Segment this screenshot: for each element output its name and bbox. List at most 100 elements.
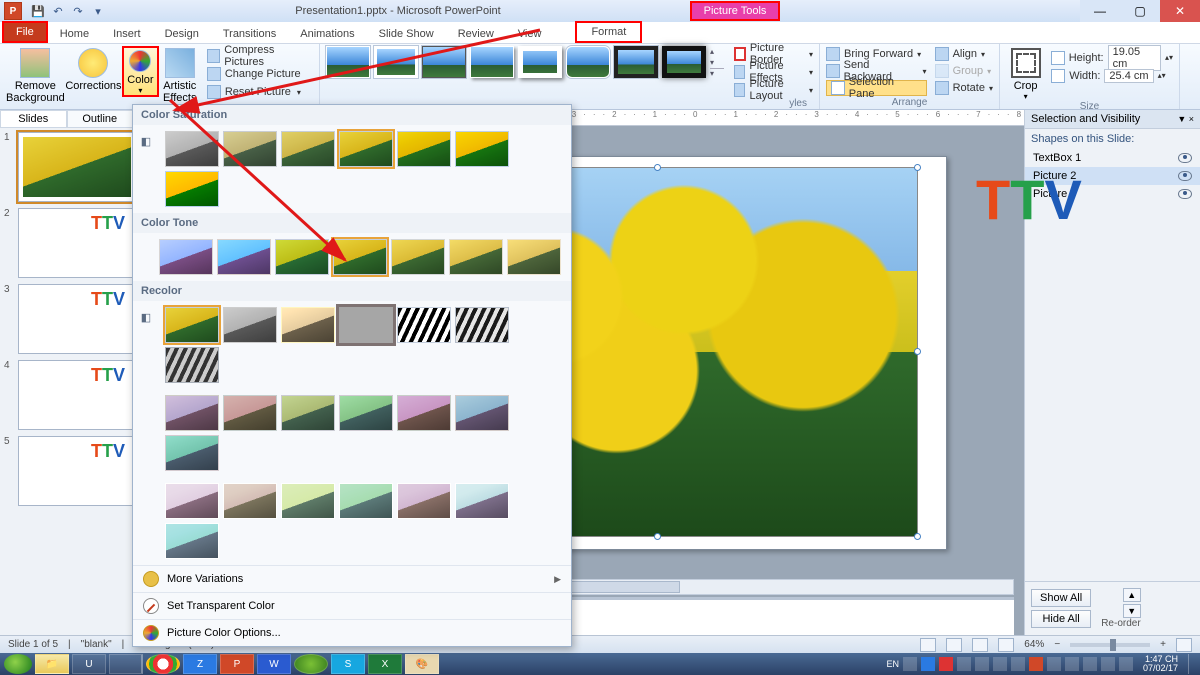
fit-window-button[interactable] bbox=[1176, 638, 1192, 652]
artistic-effects-button[interactable]: Artistic Effects bbox=[159, 46, 201, 104]
tray-icon[interactable] bbox=[903, 657, 917, 671]
saturation-option[interactable] bbox=[339, 131, 393, 167]
saturation-option[interactable] bbox=[455, 131, 509, 167]
tray-network-icon[interactable] bbox=[1101, 657, 1115, 671]
picture-styles-gallery[interactable]: ▴▾▾ bbox=[326, 46, 724, 78]
recolor-option[interactable] bbox=[223, 395, 277, 431]
tray-icon[interactable] bbox=[1083, 657, 1097, 671]
show-desktop-button[interactable] bbox=[1188, 654, 1196, 674]
tray-icon[interactable] bbox=[1047, 657, 1061, 671]
taskbar-app-skype[interactable]: S bbox=[331, 654, 365, 674]
resize-handle[interactable] bbox=[914, 164, 921, 171]
selection-pane-button[interactable]: Selection Pane bbox=[826, 80, 927, 96]
slide-thumbnail[interactable]: 3TTV bbox=[4, 284, 145, 354]
taskbar-app-word[interactable]: W bbox=[257, 654, 291, 674]
tab-format[interactable]: Format bbox=[575, 21, 642, 43]
window-close-button[interactable]: ✕ bbox=[1160, 0, 1200, 22]
saturation-option[interactable] bbox=[165, 131, 219, 167]
saturation-option[interactable] bbox=[165, 171, 219, 207]
tab-animations[interactable]: Animations bbox=[288, 25, 366, 43]
recolor-option[interactable] bbox=[455, 307, 509, 343]
slideshow-view-button[interactable] bbox=[998, 638, 1014, 652]
picture-color-options-menuitem[interactable]: Picture Color Options... bbox=[133, 619, 571, 646]
recolor-option[interactable] bbox=[281, 307, 335, 343]
reset-picture-button[interactable]: Reset Picture▾ bbox=[207, 84, 313, 100]
recolor-option-washout[interactable] bbox=[339, 307, 393, 343]
recolor-option[interactable] bbox=[223, 483, 277, 519]
slide-thumbnail[interactable]: 4TTV bbox=[4, 360, 145, 430]
recolor-option[interactable] bbox=[281, 395, 335, 431]
picture-style-option[interactable] bbox=[662, 46, 706, 78]
picture-layout-button[interactable]: Picture Layout▾ bbox=[734, 82, 813, 98]
tab-file[interactable]: File bbox=[2, 21, 48, 43]
tone-option[interactable] bbox=[391, 239, 445, 275]
rotate-button[interactable]: Rotate▾ bbox=[935, 80, 993, 96]
qat-undo-icon[interactable]: ↶ bbox=[50, 3, 66, 19]
recolor-option[interactable] bbox=[339, 483, 393, 519]
picture-style-option[interactable] bbox=[422, 46, 466, 78]
slides-tab[interactable]: Slides bbox=[0, 110, 67, 128]
recolor-option[interactable] bbox=[165, 347, 219, 383]
recolor-option[interactable] bbox=[165, 307, 219, 343]
tray-icon[interactable] bbox=[1029, 657, 1043, 671]
tab-view[interactable]: View bbox=[506, 25, 554, 43]
picture-style-option[interactable] bbox=[326, 46, 370, 78]
qat-customize-icon[interactable]: ▾ bbox=[90, 3, 106, 19]
resize-handle[interactable] bbox=[654, 164, 661, 171]
resize-handle[interactable] bbox=[654, 533, 661, 540]
tray-icon[interactable] bbox=[975, 657, 989, 671]
zoom-in-button[interactable]: + bbox=[1160, 639, 1166, 650]
window-minimize-button[interactable]: — bbox=[1080, 0, 1120, 22]
saturation-option[interactable] bbox=[281, 131, 335, 167]
recolor-option[interactable] bbox=[397, 307, 451, 343]
language-indicator[interactable]: EN bbox=[886, 659, 899, 669]
taskbar-app-excel[interactable]: X bbox=[368, 654, 402, 674]
resize-handle[interactable] bbox=[914, 348, 921, 355]
recolor-option[interactable] bbox=[165, 435, 219, 471]
tray-icon[interactable] bbox=[921, 657, 935, 671]
taskbar-app-zalo[interactable]: Z bbox=[183, 654, 217, 674]
group-button[interactable]: Group▾ bbox=[935, 63, 993, 79]
taskbar-app[interactable]: 📁 bbox=[35, 654, 69, 674]
logo-picture[interactable]: TTV bbox=[976, 167, 1126, 247]
taskbar-app-powerpoint[interactable]: P bbox=[220, 654, 254, 674]
tray-icon[interactable] bbox=[939, 657, 953, 671]
picture-style-option[interactable] bbox=[374, 46, 418, 78]
width-field[interactable]: Width: 25.4 cm▴▾ bbox=[1051, 68, 1173, 84]
system-clock[interactable]: 1:47 CH 07/02/17 bbox=[1137, 655, 1184, 673]
recolor-option[interactable] bbox=[397, 395, 451, 431]
zoom-out-button[interactable]: − bbox=[1054, 639, 1060, 650]
recolor-option[interactable] bbox=[339, 395, 393, 431]
tray-icon[interactable] bbox=[957, 657, 971, 671]
reading-view-button[interactable] bbox=[972, 638, 988, 652]
remove-background-button[interactable]: Remove Background bbox=[6, 46, 65, 104]
selection-item[interactable]: TextBox 1 bbox=[1025, 149, 1200, 167]
crop-button[interactable]: Crop ▾ bbox=[1006, 46, 1045, 101]
compress-pictures-button[interactable]: Compress Pictures bbox=[207, 48, 313, 64]
tone-option[interactable] bbox=[217, 239, 271, 275]
taskbar-app-coccoc[interactable] bbox=[294, 654, 328, 674]
set-transparent-color-menuitem[interactable]: Set Transparent Color bbox=[133, 592, 571, 619]
start-button[interactable] bbox=[4, 654, 32, 674]
reorder-up-button[interactable]: ▲ bbox=[1123, 588, 1141, 602]
resize-handle[interactable] bbox=[914, 533, 921, 540]
tone-option[interactable] bbox=[159, 239, 213, 275]
tab-insert[interactable]: Insert bbox=[101, 25, 153, 43]
align-button[interactable]: Align▾ bbox=[935, 46, 993, 62]
hide-all-button[interactable]: Hide All bbox=[1031, 610, 1091, 628]
recolor-option[interactable] bbox=[165, 523, 219, 559]
recolor-option[interactable] bbox=[455, 483, 509, 519]
tab-review[interactable]: Review bbox=[446, 25, 506, 43]
height-field[interactable]: Height: 19.05 cm▴▾ bbox=[1051, 50, 1173, 66]
slide-thumbnail[interactable]: 5TTV bbox=[4, 436, 145, 506]
tray-icon[interactable] bbox=[993, 657, 1007, 671]
dialog-launcher-icon[interactable]: ◧ bbox=[137, 309, 155, 325]
window-maximize-button[interactable]: ▢ bbox=[1120, 0, 1160, 22]
change-picture-button[interactable]: Change Picture bbox=[207, 66, 313, 82]
qat-save-icon[interactable]: 💾 bbox=[30, 3, 46, 19]
tab-transitions[interactable]: Transitions bbox=[211, 25, 288, 43]
tone-option[interactable] bbox=[507, 239, 561, 275]
tab-slideshow[interactable]: Slide Show bbox=[367, 25, 446, 43]
reorder-down-button[interactable]: ▼ bbox=[1123, 604, 1141, 618]
taskbar-app[interactable] bbox=[109, 654, 143, 674]
